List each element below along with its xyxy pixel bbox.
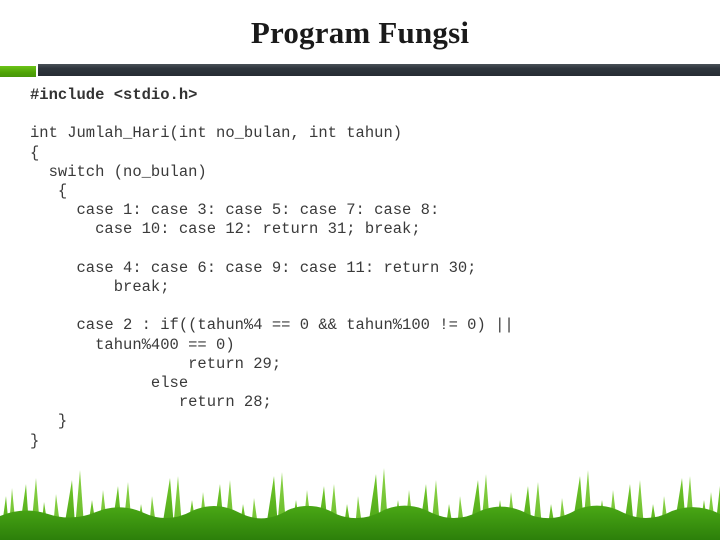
code-line: case 1: case 3: case 5: case 7: case 8: xyxy=(30,201,440,220)
code-line: int Jumlah_Hari(int no_bulan, int tahun) xyxy=(30,124,403,143)
code-listing: #include <stdio.h> int Jumlah_Hari(int n… xyxy=(30,86,702,451)
code-line: } xyxy=(30,412,68,431)
code-line: case 2 : if((tahun%4 == 0 && tahun%100 !… xyxy=(30,316,514,335)
code-line: #include <stdio.h> xyxy=(30,86,198,104)
code-line: case 10: case 12: return 31; break; xyxy=(30,220,421,239)
code-line: case 4: case 6: case 9: case 11: return … xyxy=(30,258,477,277)
page-title: Program Fungsi xyxy=(250,15,470,50)
code-line: else xyxy=(30,374,189,392)
grass-silhouette-icon xyxy=(0,468,720,540)
grass-decoration xyxy=(0,450,720,540)
code-line: { xyxy=(30,143,40,162)
code-line: tahun%400 == 0) xyxy=(30,335,235,354)
header-accent-bar xyxy=(38,64,720,76)
slide-canvas: Program Fungsi #include <stdio.h> int Ju… xyxy=(0,0,720,540)
code-line: switch (no_bulan) xyxy=(30,162,207,181)
code-line: break; xyxy=(30,278,170,296)
code-line: } xyxy=(30,431,40,450)
code-line: return 28; xyxy=(30,393,272,412)
header-accent-green xyxy=(0,66,36,77)
code-line: return 29; xyxy=(30,354,282,373)
code-line: { xyxy=(30,182,68,200)
header-divider xyxy=(0,64,720,77)
